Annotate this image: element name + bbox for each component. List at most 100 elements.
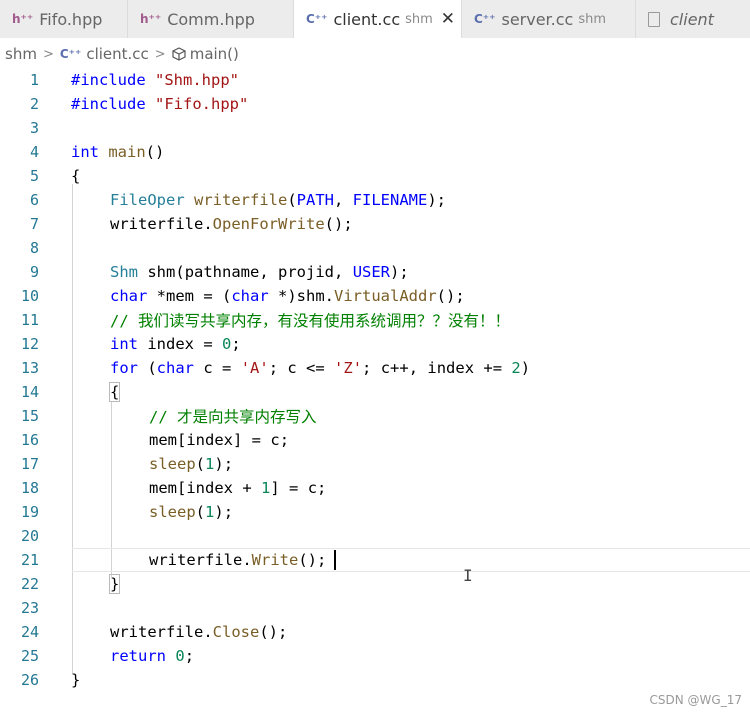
code-comment: // 才是向共享内存写入	[149, 408, 317, 426]
code-token: sleep	[149, 455, 196, 473]
cpp-icon: C⁺⁺	[306, 12, 328, 26]
code-line: 11 // 我们读写共享内存，有没有使用系统调用？？没有！！	[0, 308, 750, 332]
tab-label: Comm.hpp	[167, 9, 255, 29]
line-number: 21	[20, 551, 39, 569]
code-token: Close	[212, 623, 260, 641]
code-token: 2	[511, 359, 521, 377]
code-editor[interactable]: 1 #include "Shm.hpp" 2 #include "Fifo.hp…	[0, 68, 750, 698]
code-comment: // 我们读写共享内存，有没有使用系统调用？？没有！！	[110, 312, 510, 330]
tab-fifo-hpp[interactable]: h⁺⁺ Fifo.hpp	[0, 0, 128, 38]
code-token: );	[214, 455, 234, 473]
code-token: c	[203, 359, 213, 377]
code-token: sleep	[149, 503, 196, 521]
code-line: 16 mem[index] = c;	[0, 428, 750, 452]
code-token: .	[203, 623, 213, 641]
code-token: *)	[268, 287, 297, 305]
tab-client[interactable]: client	[636, 0, 750, 38]
tab-server-cc[interactable]: C⁺⁺ server.cc shm	[462, 0, 636, 38]
code-token: (	[195, 503, 206, 521]
code-token: #include	[71, 71, 146, 89]
h-icon: h⁺⁺	[12, 12, 34, 26]
code-token: "Fifo.hpp"	[155, 95, 249, 113]
code-token: pathname	[184, 263, 260, 281]
code-token: index	[186, 431, 234, 449]
breadcrumb-file[interactable]: client.cc	[86, 45, 148, 63]
code-token: ;	[317, 479, 327, 497]
code-text: FileOper writerfile(PATH, FILENAME);	[110, 191, 446, 209]
code-token: 1	[261, 479, 271, 497]
code-token: (	[195, 455, 206, 473]
code-token: (	[175, 263, 185, 281]
code-token: ++,	[390, 359, 428, 377]
line-number: 13	[20, 359, 39, 377]
breadcrumb-folder[interactable]: shm	[5, 45, 37, 63]
code-token: ;	[231, 335, 241, 353]
code-token: +=	[474, 359, 512, 377]
code-token: writerfile	[110, 215, 204, 233]
code-token: ;	[184, 647, 195, 665]
code-token: projid	[278, 263, 335, 281]
code-text: char *mem = (char *)shm.VirtualAddr();	[110, 287, 465, 305]
line-number: 22	[20, 575, 39, 593]
tab-label: Fifo.hpp	[39, 9, 103, 29]
code-token: }	[71, 671, 81, 689]
code-token: );	[390, 263, 409, 281]
code-text: int index = 0;	[110, 335, 241, 353]
code-token: ();	[298, 551, 327, 569]
code-token: mem	[149, 431, 177, 449]
breadcrumb-symbol[interactable]: main()	[190, 45, 239, 63]
code-token: for	[110, 359, 138, 377]
code-line: 23	[0, 596, 750, 620]
code-line: 17 sleep(1);	[0, 452, 750, 476]
code-token: (	[138, 359, 157, 377]
code-text: writerfile.Write();	[149, 551, 326, 569]
code-token: mem	[149, 479, 177, 497]
line-number: 9	[29, 263, 39, 281]
line-number: 15	[20, 407, 39, 425]
code-token: ;	[279, 431, 290, 449]
cube-icon	[172, 47, 186, 61]
tab-client-cc[interactable]: C⁺⁺ client.cc shm ✕	[294, 0, 462, 38]
code-text: for (char c = 'A'; c <= 'Z'; c++, index …	[110, 359, 530, 377]
code-token: {	[108, 382, 121, 402]
code-line: 9 Shm shm(pathname, projid, USER);	[0, 260, 750, 284]
code-text: {	[108, 382, 121, 402]
code-token: char	[231, 287, 269, 305]
code-text: #include "Shm.hpp"	[71, 71, 239, 89]
tab-label: server.cc	[501, 9, 574, 29]
code-line: 1 #include "Shm.hpp"	[0, 68, 750, 92]
line-number: 12	[20, 335, 39, 353]
code-line: 3	[0, 116, 750, 140]
code-line: 22 }	[0, 572, 750, 596]
code-token: int	[71, 143, 99, 161]
code-line: 6 FileOper writerfile(PATH, FILENAME);	[0, 188, 750, 212]
code-token: Write	[251, 551, 299, 569]
code-token: shm	[296, 287, 325, 305]
code-token: 0	[222, 335, 232, 353]
code-token: .	[324, 287, 334, 305]
line-number: 17	[20, 455, 39, 473]
line-number: 19	[20, 503, 39, 521]
code-line: 19 sleep(1);	[0, 500, 750, 524]
tab-comm-hpp[interactable]: h⁺⁺ Comm.hpp	[128, 0, 294, 38]
code-line: 21 writerfile.Write();	[0, 548, 750, 572]
code-line: 8	[0, 236, 750, 260]
line-number: 14	[20, 383, 39, 401]
cpp-icon: C⁺⁺	[59, 47, 82, 61]
code-line: 12 int index = 0;	[0, 332, 750, 356]
close-icon[interactable]: ✕	[441, 9, 455, 29]
code-token: *	[147, 287, 166, 305]
code-token: FileOper	[110, 191, 185, 209]
line-number: 2	[29, 95, 39, 113]
code-token: #include	[71, 95, 146, 113]
code-token: main	[108, 143, 146, 161]
code-token: ] =	[233, 431, 271, 449]
breadcrumb: shm > C⁺⁺ client.cc > main()	[0, 40, 750, 68]
line-number: 4	[29, 143, 39, 161]
code-token: index	[147, 335, 195, 353]
code-token: .	[242, 551, 252, 569]
code-token: USER	[352, 263, 391, 281]
